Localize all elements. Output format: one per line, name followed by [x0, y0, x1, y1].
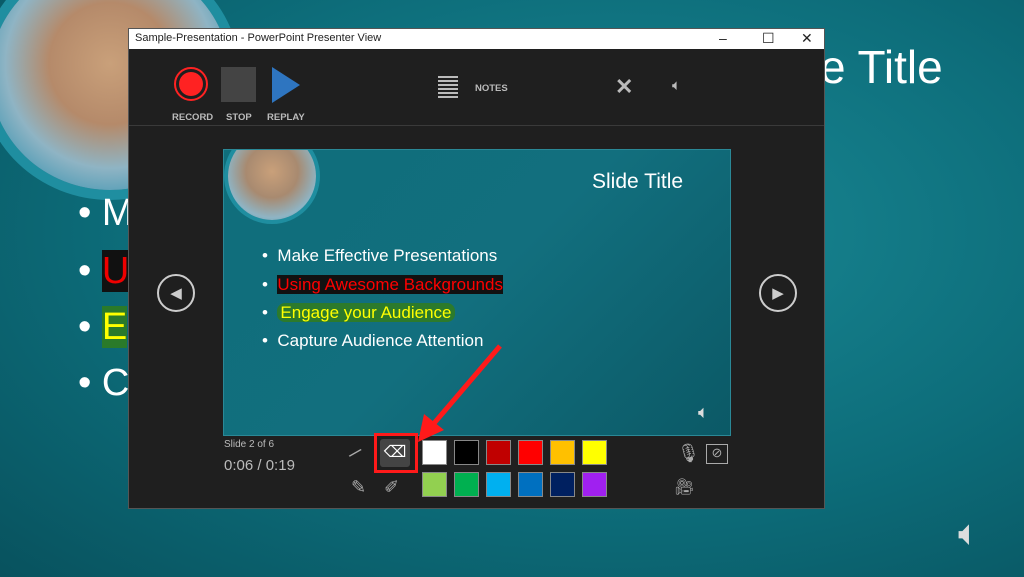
slide-bullet: • Make Effective Presentations: [262, 246, 498, 265]
previous-slide-button[interactable]: ◀: [157, 274, 195, 312]
record-icon: [179, 72, 203, 96]
background-bullet: • U: [78, 250, 130, 292]
close-window-button[interactable]: ✕: [801, 30, 813, 47]
highlighter-icon[interactable]: ✐: [384, 477, 399, 498]
camera-off-icon[interactable]: ⊘: [706, 444, 728, 464]
record-button[interactable]: [174, 67, 208, 101]
laser-pointer-icon[interactable]: /: [345, 444, 364, 462]
annotation-arrow: [418, 344, 502, 442]
background-bullet: • E: [78, 306, 128, 348]
minimize-button[interactable]: –: [719, 30, 727, 46]
pen-icon[interactable]: ✎: [351, 477, 366, 498]
slide-bullet: • Using Awesome Backgrounds: [262, 275, 503, 294]
slide-counter: Slide 2 of 6: [224, 439, 275, 450]
audio-settings-icon[interactable]: 🔈︎: [672, 77, 681, 94]
color-light-blue[interactable]: [486, 472, 511, 497]
record-label: RECORD: [172, 112, 214, 123]
microphone-icon[interactable]: 🎙︎: [677, 443, 700, 464]
window-title: Sample-Presentation - PowerPoint Present…: [135, 32, 382, 44]
video-camera-icon[interactable]: 🎥︎: [674, 477, 694, 497]
background-bullet: • M: [78, 192, 134, 234]
slide-image: [228, 150, 316, 220]
slide-bullet: • Engage your Audience: [262, 303, 455, 323]
clear-ink-icon[interactable]: ✕: [615, 74, 633, 100]
stop-button[interactable]: [221, 67, 256, 102]
color-red[interactable]: [518, 440, 543, 465]
slide-speaker-icon: 🔈︎: [698, 402, 709, 422]
color-light-green[interactable]: [422, 472, 447, 497]
speaker-icon[interactable]: 🔈︎: [958, 512, 980, 555]
toolbar-divider: [129, 125, 824, 126]
background-bullet: • C: [78, 362, 130, 404]
color-yellow[interactable]: [582, 440, 607, 465]
notes-button[interactable]: NOTES: [475, 83, 508, 94]
next-slide-button[interactable]: ▶: [759, 274, 797, 312]
replay-button[interactable]: [272, 67, 300, 103]
color-orange[interactable]: [550, 440, 575, 465]
slide-title: Slide Title: [592, 170, 684, 193]
stop-label: STOP: [226, 112, 252, 123]
notes-icon[interactable]: [438, 76, 458, 98]
color-green[interactable]: [454, 472, 479, 497]
background-slide-title: e Title: [820, 41, 943, 93]
timer: 0:06 / 0:19: [224, 457, 295, 474]
color-blue[interactable]: [518, 472, 543, 497]
color-dark-blue[interactable]: [550, 472, 575, 497]
replay-label: REPLAY: [267, 112, 305, 123]
eraser-button[interactable]: ⌫: [380, 439, 410, 467]
maximize-button[interactable]: ☐: [762, 30, 775, 47]
color-purple[interactable]: [582, 472, 607, 497]
